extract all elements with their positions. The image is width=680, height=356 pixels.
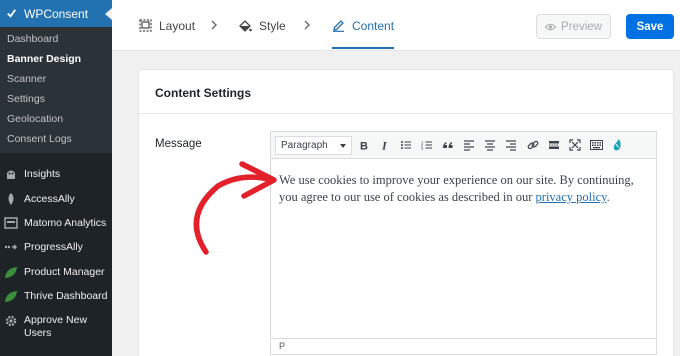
sidebar-item-matomo-analytics[interactable]: Matomo Analytics: [0, 216, 112, 230]
save-button[interactable]: Save: [626, 14, 674, 39]
accessally-icon: [8, 193, 14, 205]
align-left-button[interactable]: [461, 137, 477, 153]
sidebar-item-label: Matomo Analytics: [24, 216, 107, 229]
submenu-dashboard[interactable]: Dashboard: [7, 33, 58, 45]
read-more-button[interactable]: [546, 137, 562, 153]
sidebar-item-accessally[interactable]: AccessAlly: [0, 192, 112, 206]
card-divider: [139, 113, 673, 114]
sidebar-brand-label: WPConsent: [24, 6, 89, 21]
message-editor: Paragraph B I 123 We use cookies to impr…: [270, 131, 657, 355]
tab-label: Style: [259, 18, 286, 33]
fullscreen-icon: [569, 139, 581, 151]
sidebar-item-label: AccessAlly: [24, 192, 75, 205]
gear-icon: [5, 315, 17, 327]
privacy-policy-link[interactable]: privacy policy: [536, 190, 607, 204]
bold-icon: B: [360, 141, 368, 152]
link-icon: [527, 140, 539, 150]
message-label: Message: [155, 138, 202, 150]
italic-icon: I: [381, 139, 388, 151]
sidebar-item-product-manager[interactable]: Product Manager: [0, 265, 112, 279]
sidebar-item-label: Product Manager: [24, 265, 105, 278]
submenu-geolocation[interactable]: Geolocation: [7, 113, 63, 125]
read-more-icon: [549, 141, 559, 149]
align-right-button[interactable]: [503, 137, 519, 153]
progressally-icon: [4, 244, 18, 250]
numbered-list-button[interactable]: 123: [419, 137, 435, 153]
message-textarea[interactable]: We use cookies to improve your experienc…: [271, 159, 656, 339]
current-menu-arrow: [105, 8, 112, 20]
wpconsent-submenu: Dashboard Banner Design Scanner Settings…: [0, 27, 112, 153]
fullscreen-button[interactable]: [567, 137, 583, 153]
sidebar-item-label: Insights: [24, 167, 61, 180]
sidebar-item-label: ProgressAlly: [24, 240, 83, 253]
submenu-scanner[interactable]: Scanner: [7, 73, 46, 85]
content-settings-card: Content Settings Message Paragraph B I 1…: [138, 69, 674, 356]
wpconsent-logo-icon: [7, 9, 16, 18]
align-center-icon: [485, 140, 495, 151]
align-left-icon: [464, 140, 474, 151]
italic-button[interactable]: I: [377, 137, 393, 153]
pencil-icon: [333, 20, 344, 32]
submenu-settings[interactable]: Settings: [7, 93, 45, 105]
tab-style[interactable]: Style: [238, 0, 286, 51]
sidebar-item-wpconsent[interactable]: WPConsent: [0, 0, 112, 27]
leaf-icon: [5, 291, 17, 302]
paint-bucket-icon: [239, 19, 252, 32]
editor-toolbar: Paragraph B I 123: [271, 132, 656, 159]
numbered-list-icon: 123: [421, 140, 432, 151]
keyboard-icon: [589, 140, 603, 150]
save-button-label: Save: [636, 20, 664, 33]
insights-icon: [7, 170, 15, 179]
sidebar-item-progressally[interactable]: ProgressAlly: [0, 240, 112, 254]
tab-layout[interactable]: Layout: [139, 0, 195, 51]
admin-sidebar: WPConsent Dashboard Banner Design Scanne…: [0, 0, 112, 356]
card-title: Content Settings: [155, 86, 251, 100]
preview-button-label: Preview: [561, 20, 602, 33]
submenu-consent-logs[interactable]: Consent Logs: [7, 133, 72, 145]
preview-button[interactable]: Preview: [536, 14, 611, 39]
active-tab-indicator: [332, 47, 395, 49]
droplet-icon: [613, 139, 621, 151]
message-end: .: [606, 190, 610, 204]
sidebar-item-insights[interactable]: Insights: [0, 167, 112, 181]
bold-button[interactable]: B: [356, 137, 372, 153]
insert-link-button[interactable]: [525, 137, 541, 153]
sidebar-item-label: Approve New Users: [24, 314, 88, 339]
bullet-list-icon: [401, 141, 411, 149]
layout-icon: [139, 19, 152, 32]
format-select-value: Paragraph: [281, 140, 328, 151]
tab-label: Layout: [159, 18, 196, 33]
blockquote-icon: [443, 142, 453, 148]
sidebar-item-approve-new-users[interactable]: Approve New Users: [0, 314, 112, 340]
sidebar-item-thrive-dashboard[interactable]: Thrive Dashboard: [0, 289, 112, 303]
eye-icon: [545, 23, 557, 30]
element-path: P: [279, 341, 286, 351]
toolbar-toggle-button[interactable]: [588, 137, 604, 153]
tab-label: Content: [352, 18, 395, 33]
ai-assistant-button[interactable]: [609, 137, 625, 153]
blockquote-button[interactable]: [440, 137, 456, 153]
svg-text:B: B: [360, 141, 368, 152]
bullet-list-button[interactable]: [398, 137, 414, 153]
svg-text:I: I: [381, 139, 388, 151]
matomo-icon: [4, 217, 18, 229]
chevron-right-icon: [304, 20, 310, 30]
align-center-button[interactable]: [482, 137, 498, 153]
editor-header: Layout Style Content Preview Save: [112, 0, 680, 51]
tab-content[interactable]: Content: [332, 0, 395, 51]
svg-text:3: 3: [421, 146, 424, 151]
sidebar-item-label: Thrive Dashboard: [24, 289, 108, 302]
leaf-icon: [5, 267, 17, 278]
chevron-right-icon: [211, 20, 217, 30]
chevron-down-icon: [340, 144, 346, 148]
submenu-banner-design[interactable]: Banner Design: [7, 53, 81, 65]
align-right-icon: [506, 140, 516, 151]
editor-statusbar: P: [271, 338, 656, 354]
format-select[interactable]: Paragraph: [275, 136, 352, 155]
